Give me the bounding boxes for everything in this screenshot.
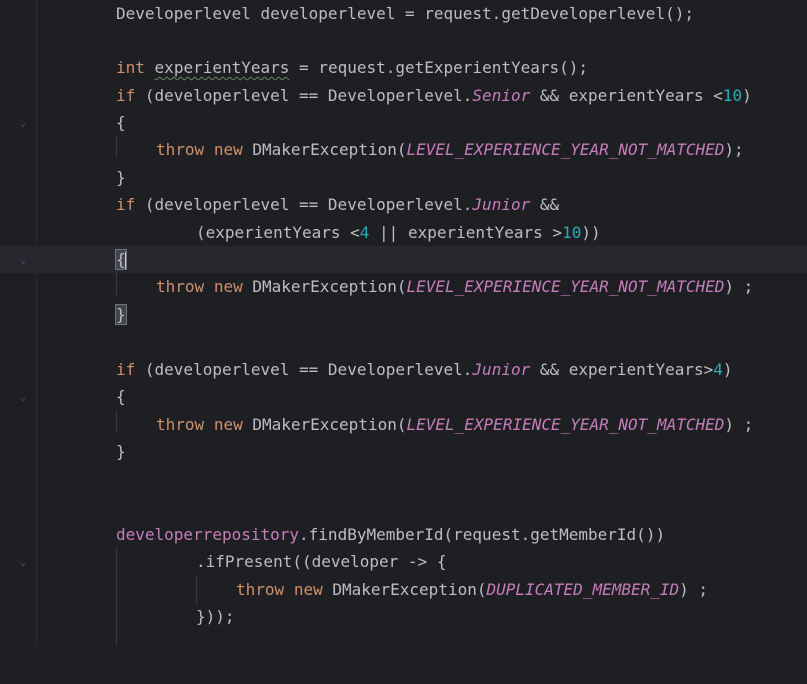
chevron-down-icon[interactable]: ⌄ [18,246,28,273]
code-text: throw new DMakerException(LEVEL_EXPERIEN… [156,415,754,434]
code-text: } [115,301,127,328]
code-line[interactable]: ⌄ { [0,383,807,410]
code-text: throw new DMakerException(LEVEL_EXPERIEN… [156,140,744,159]
spelling-warning: experientYears [154,58,290,77]
code-line[interactable]: } [0,164,807,191]
code-line[interactable]: int experientYears = request.getExperien… [0,54,807,81]
code-line[interactable]: Developerlevel developerlevel = request.… [0,0,807,27]
code-line[interactable]: } [0,438,807,465]
code-line[interactable]: (experientYears <4 || experientYears >10… [0,219,807,246]
code-text: Developerlevel developerlevel = request.… [116,4,694,23]
code-text: { [115,246,127,273]
code-line[interactable]: if (developerlevel == Developerlevel.Sen… [0,82,807,109]
text-caret [124,251,127,270]
code-text: } [116,442,126,461]
code-line[interactable]: if (developerlevel == Developerlevel.Jun… [0,191,807,218]
code-text: if (developerlevel == Developerlevel.Jun… [116,360,733,379]
code-line[interactable]: throw new DMakerException(LEVEL_EXPERIEN… [0,273,807,300]
chevron-down-icon[interactable]: ⌄ [18,548,28,575]
code-text: throw new DMakerException(LEVEL_EXPERIEN… [156,277,754,296]
code-line[interactable]: } [0,301,807,328]
code-line[interactable]: ⌄ .ifPresent((developer -> { [0,548,807,575]
code-text: { [116,387,126,406]
code-text: .ifPresent((developer -> { [196,552,447,571]
code-line[interactable]: ⌄ { [0,109,807,136]
code-text: developerrepository.findByMemberId(reque… [116,525,666,544]
code-text: int experientYears = request.getExperien… [116,58,589,77]
brace-match-highlight: } [115,304,127,325]
code-text: throw new DMakerException(DUPLICATED_MEM… [236,580,709,599]
current-code-line[interactable]: ⌄ { [0,246,807,273]
code-line[interactable]: throw new DMakerException(LEVEL_EXPERIEN… [0,136,807,163]
code-line[interactable]: throw new DMakerException(LEVEL_EXPERIEN… [0,411,807,438]
code-line[interactable]: })); [0,603,807,630]
code-line[interactable]: throw new DMakerException(DUPLICATED_MEM… [0,576,807,603]
chevron-down-icon[interactable]: ⌄ [18,109,28,136]
code-line[interactable]: if (developerlevel == Developerlevel.Jun… [0,356,807,383]
code-text: })); [196,607,235,626]
code-text: if (developerlevel == Developerlevel.Sen… [116,86,752,105]
code-text: } [116,168,126,187]
code-line[interactable]: developerrepository.findByMemberId(reque… [0,521,807,548]
code-text: (experientYears <4 || experientYears >10… [196,223,601,242]
code-text: { [116,113,126,132]
chevron-down-icon[interactable]: ⌄ [18,383,28,410]
code-text: if (developerlevel == Developerlevel.Jun… [116,195,560,214]
